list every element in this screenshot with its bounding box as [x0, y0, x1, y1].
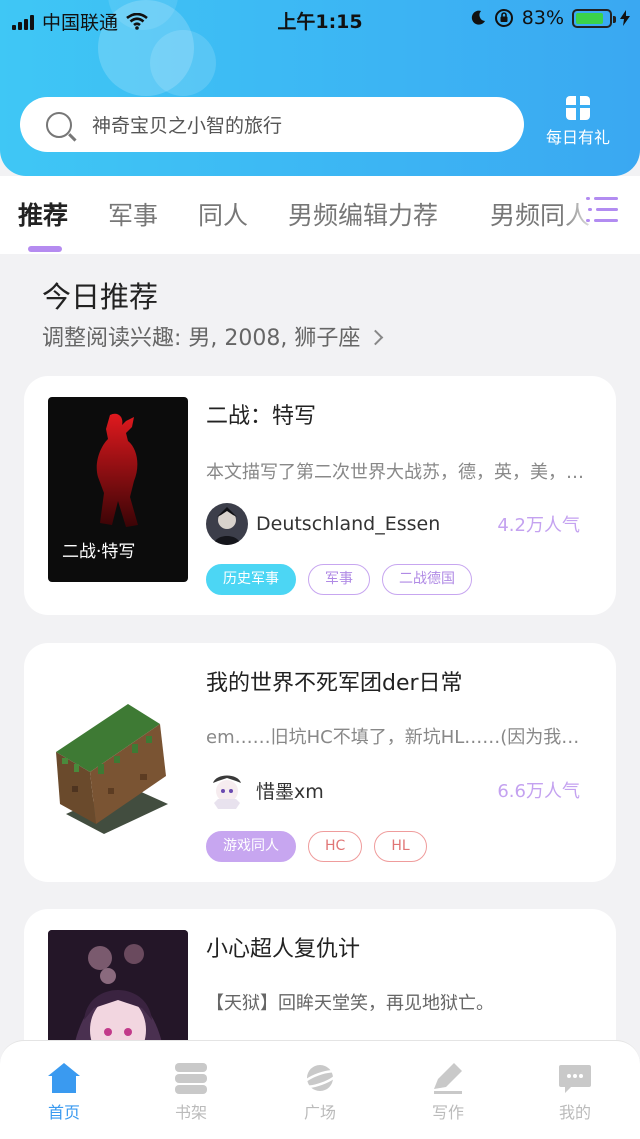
nav-write-label: 写作	[431, 1103, 464, 1122]
reading-interest-link[interactable]: 调整阅读兴趣: 男, 2008, 狮子座	[42, 320, 384, 352]
search-placeholder: 神奇宝贝之小智的旅行	[92, 115, 283, 137]
tab-recommend[interactable]: 推荐	[18, 196, 68, 232]
nav-home-label: 首页	[47, 1103, 80, 1122]
nav-home[interactable]: 首页	[24, 1061, 104, 1123]
category-menu-icon[interactable]	[586, 196, 618, 224]
tag-chip[interactable]: HC	[308, 831, 363, 862]
book-cover	[48, 664, 188, 849]
book-description: 【天狱】回眸天堂笑，再见地狱亡。	[206, 993, 494, 1014]
category-tabs: 推荐 军事 同人 男频编辑力荐 男频同人	[0, 176, 640, 254]
bookshelf-icon	[173, 1061, 209, 1095]
battery-percent: 83%	[521, 7, 564, 29]
author-avatar	[206, 503, 248, 545]
book-cover: 二战·特写	[48, 397, 188, 582]
gift-icon	[566, 96, 590, 120]
book-card[interactable]: 二战·特写 二战：特写 本文描写了第二次世界大战苏，德，英，美，日等国的 Deu…	[24, 376, 616, 615]
tag-chip[interactable]: HL	[374, 831, 427, 862]
tag-chip[interactable]: 历史军事	[206, 564, 296, 595]
author-row[interactable]: Deutschland_Essen 4.2万人气	[206, 502, 596, 546]
search-bar[interactable]: 神奇宝贝之小智的旅行	[20, 97, 524, 152]
charging-bolt-icon	[620, 10, 630, 26]
chat-icon	[557, 1061, 593, 1095]
bottom-navigation: 首页 书架 广场 写作 我的	[0, 1040, 640, 1139]
tab-editor-picks[interactable]: 男频编辑力荐	[288, 196, 438, 232]
tag-chip[interactable]: 军事	[308, 564, 370, 595]
book-title: 我的世界不死军团der日常	[206, 671, 463, 696]
section-title: 今日推荐	[42, 280, 159, 314]
nav-me-label: 我的	[558, 1103, 591, 1122]
reading-interest-label: 调整阅读兴趣: 男, 2008, 狮子座	[42, 326, 361, 351]
nav-square-label: 广场	[303, 1103, 336, 1122]
status-bar: 中国联通 上午1:15 83%	[0, 0, 640, 38]
home-icon	[46, 1061, 82, 1095]
battery-icon	[572, 8, 616, 28]
book-description: 本文描写了第二次世界大战苏，德，英，美，日等国的	[206, 462, 596, 483]
nav-bookshelf[interactable]: 书架	[151, 1061, 231, 1123]
cover-title: 二战·特写	[62, 542, 136, 562]
daily-gift-button[interactable]: 每日有礼	[536, 96, 620, 148]
book-description: em……旧坑HC不填了，新坑HL……(因为我没有存稿	[206, 727, 596, 748]
chevron-right-icon	[368, 329, 384, 346]
tab-military[interactable]: 军事	[108, 196, 158, 232]
book-title: 小心超人复仇计	[206, 937, 361, 962]
planet-icon	[301, 1061, 339, 1095]
nav-square[interactable]: 广场	[280, 1061, 360, 1123]
author-name: Deutschland_Essen	[256, 513, 441, 535]
author-avatar	[206, 769, 248, 811]
active-tab-indicator	[28, 246, 62, 252]
author-row[interactable]: 惜墨xm 6.6万人气	[206, 768, 596, 812]
search-icon	[46, 111, 72, 138]
daily-gift-label: 每日有礼	[545, 128, 610, 147]
book-card[interactable]: 我的世界不死军团der日常 em……旧坑HC不填了，新坑HL……(因为我没有存稿…	[24, 643, 616, 882]
book-title: 二战：特写	[206, 404, 317, 429]
author-name: 惜墨xm	[256, 780, 324, 803]
nav-write[interactable]: 写作	[408, 1061, 488, 1123]
nav-bookshelf-label: 书架	[174, 1103, 207, 1122]
tag-chip[interactable]: 游戏同人	[206, 831, 296, 862]
tab-fanfic[interactable]: 同人	[198, 196, 248, 232]
popularity-count: 6.6万人气	[497, 781, 580, 802]
moon-icon	[471, 10, 485, 25]
nav-me[interactable]: 我的	[535, 1061, 615, 1123]
orientation-lock-icon	[494, 9, 513, 27]
tag-chip[interactable]: 二战德国	[382, 564, 472, 595]
pen-icon	[430, 1061, 466, 1095]
popularity-count: 4.2万人气	[497, 515, 580, 536]
